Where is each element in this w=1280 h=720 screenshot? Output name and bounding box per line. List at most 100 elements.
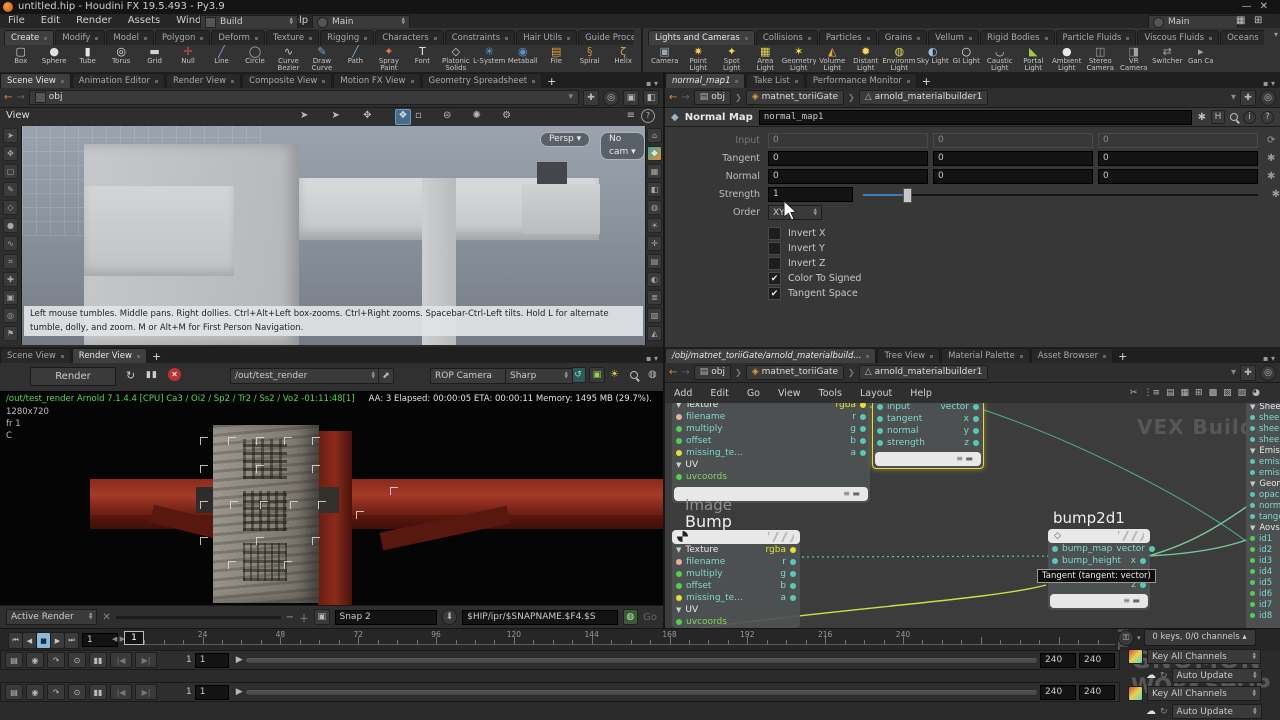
shelf-tool-file[interactable]: ▤File [540,45,573,73]
viewport-display-icon-11[interactable]: ◭ [647,326,662,341]
tab-asset-browser[interactable]: Asset Browser [1031,348,1113,363]
key-all-channels-button-2[interactable]: Key All Channels▲▼ [1147,686,1261,701]
next-key-icon[interactable]: ▶| [135,652,157,668]
tab-geometry-spreadsheet[interactable]: Geometry Spreadsheet [422,73,543,88]
keys-summary-button[interactable]: 0 keys, 0/0 channels ▴ [1144,629,1256,646]
tab-particle-fluids[interactable]: Particle Fluids [1056,30,1137,45]
shelf-tool-torus[interactable]: ◎Torus [104,45,137,73]
shelf-tool-distant-light[interactable]: ✹Distant Light [849,45,883,73]
refresh-icon[interactable]: ↻ [1160,707,1168,717]
shelf-tool-spray-paint[interactable]: ✦Spray Paint [372,45,405,73]
timeline-ruler[interactable]: 24487296120144168192216240 [128,629,1115,651]
range-slider[interactable] [246,690,1037,695]
tab-deform[interactable]: Deform [211,30,265,45]
checkbox[interactable]: ✔ [768,287,781,300]
checkbox[interactable] [768,257,781,270]
shelf-tool-font[interactable]: TFont [406,45,439,73]
shelf-tool-platonic-solids[interactable]: ◇Platonic Solids [439,45,472,73]
pin-icon[interactable]: ✚ [583,90,599,106]
tab-particles[interactable]: Particles [819,30,877,45]
tab-modify[interactable]: Modify [55,30,105,45]
link-icon[interactable]: ◎ [1260,90,1276,106]
playbar-icon-0[interactable]: ▤ [5,684,23,700]
render-image[interactable]: /out/test_render Arnold 7.1.4.4 [CPU] Ca… [0,391,663,605]
shelf-tool-ambient-light[interactable]: ●Ambient Light [1050,45,1084,73]
checkbox[interactable] [768,227,781,240]
camera-lock-icon[interactable]: ◧ [643,90,659,106]
normal-map-node[interactable]: inputvectortangentxnormalystrengthz≡ ▬ [872,403,984,469]
playbar-icon-2[interactable]: ↷ [47,652,65,668]
crumb-matnet_toriiGate[interactable]: ◈matnet_toriiGate [746,90,844,105]
normal-field-1[interactable]: 0 [933,169,1093,184]
net-menu-help[interactable]: Help [901,388,941,399]
standard-surface-node[interactable]: ▼Sheensheensheen_csheen_r▼Emissioemissio… [1246,403,1280,628]
shelf-tool-vr-camera[interactable]: ◨VR Camera [1117,45,1151,73]
refresh-icon[interactable]: ↻ [1160,671,1168,681]
shelf-tool-switcher[interactable]: ⇄Switcher [1151,45,1185,73]
viewport-tool-icon-4[interactable]: ◇ [3,200,18,215]
pane-menu-icons[interactable]: ▪ ▾ [641,79,663,88]
net-menu-go[interactable]: Go [738,388,769,399]
range-slider-handle[interactable]: ▶ [236,655,243,665]
pane-menu-icons[interactable]: ▪ ▾ [641,354,663,363]
viewport-tool-icon-10[interactable]: ◎ [3,308,18,323]
tab-motion-fx-view[interactable]: Motion FX View [333,73,420,88]
new-tab-button[interactable]: + [152,350,161,363]
houdini-help-icon[interactable]: H [1211,110,1225,124]
shelf-tool-draw-curve[interactable]: ✎Draw Curve [305,45,338,73]
tangent-field-2[interactable]: 0 [1098,151,1258,166]
viewport-tool-icon-11[interactable]: ⚑ [3,326,18,341]
main-combo[interactable]: Main ▲▼ [312,15,410,29]
texture-node-top[interactable]: ▼Texturergbafilenamermultiplygoffsetbmis… [672,403,870,503]
prev-key-icon[interactable]: |◀ [110,684,132,700]
tab-tree-view[interactable]: Tree View [877,348,940,363]
crumb-obj[interactable]: ▤obj [694,90,731,105]
tangent-field-0[interactable]: 0 [768,151,928,166]
strength-field[interactable]: 1 [768,187,853,202]
shelf-tool-null[interactable]: ✛Null [171,45,204,73]
viewport-tool-icon-8[interactable]: ✚ [3,272,18,287]
shelf-tool-stereo-camera[interactable]: ◫Stereo Camera [1084,45,1118,73]
shelf-tool-box[interactable]: ▢Box [4,45,37,73]
shelf-tool-line[interactable]: ╱Line [205,45,238,73]
pane-menu-icons[interactable]: ▪ ▾ [1258,354,1280,363]
tab-render-view[interactable]: Render View [72,348,147,363]
forward-icon[interactable]: → [681,367,689,378]
crumb-obj[interactable]: ▤obj [694,365,731,380]
playbar-icon-3[interactable]: ⊙ [68,652,86,668]
viewport-tool-icon-1[interactable]: ✥ [3,146,18,161]
active-render-combo[interactable]: Active Render▲▼ [6,609,97,625]
tab-grains[interactable]: Grains [878,30,927,45]
tab-collisions[interactable]: Collisions [756,30,818,45]
network-menu-icons[interactable]: ✂⋮≡▤▦⊞▩▨▧◕ [1130,388,1280,398]
shelf-tool-l-system[interactable]: ✳L-System [473,45,506,73]
layout-icon[interactable]: ▦ [1236,15,1245,26]
snap-name-field[interactable]: Snap 2 [335,610,437,625]
link-icon[interactable]: ◎ [603,90,619,106]
strength-slider[interactable] [863,188,1258,201]
crumb-arnold_materialbuilder1[interactable]: △arnold_materialbuilder1 [859,365,989,380]
shelf-tool-geometry-light[interactable]: ✶Geometry Light [782,45,816,73]
normal-field-2[interactable]: 0 [1098,169,1258,184]
shelf-tool-circle[interactable]: ◯Circle [238,45,271,73]
close-snap-icon[interactable]: ✕ [102,612,110,623]
playbar-icon-1[interactable]: ◉ [26,652,44,668]
range-end-field-2[interactable]: 240 [1079,653,1115,668]
secure-selection-icons[interactable]: ▫ ⊜ ✺ ⚙ [415,110,520,121]
menu-assets[interactable]: Assets [120,14,169,28]
shelf-tool-curve-bezier[interactable]: ∿Curve Bezier [272,45,305,73]
tab-animation-editor[interactable]: Animation Editor [72,73,165,88]
shelf-tool-gan-ca[interactable]: ▸Gan Ca [1184,45,1218,73]
jump-start-icon[interactable]: ⏮ [8,632,23,649]
pin-icon[interactable]: ✚ [1240,365,1256,381]
viewport-display-icon-1[interactable]: ❖ [647,146,662,161]
playbar-icon-4[interactable]: ▮▮ [89,652,107,668]
play-forward-icon[interactable]: ▶ [50,632,65,649]
forward-icon[interactable]: → [16,92,24,103]
shelf-tool-portal-light[interactable]: ◣Portal Light [1017,45,1051,73]
shelf-tool-tube[interactable]: ▮Tube [71,45,104,73]
back-icon[interactable]: ← [669,367,677,378]
shelf-tool-area-light[interactable]: ▦Area Light [749,45,783,73]
lane-gear-icon[interactable]: ⟳ [1267,135,1275,146]
net-menu-view[interactable]: View [769,388,810,399]
